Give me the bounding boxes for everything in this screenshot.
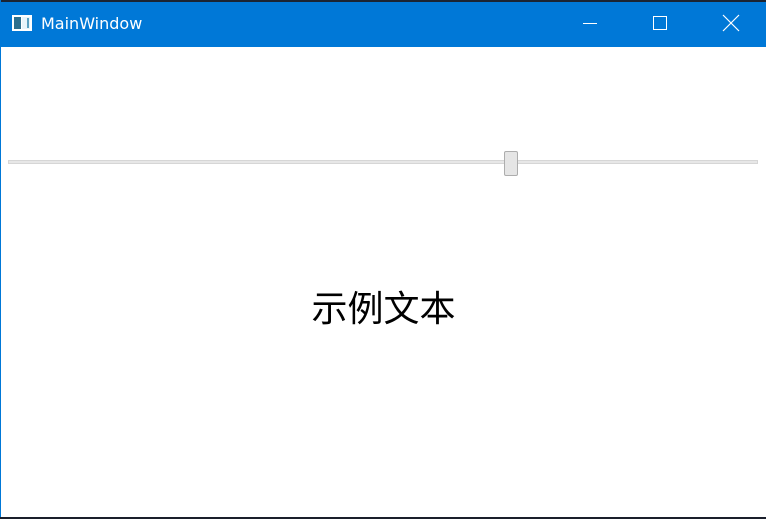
close-button[interactable] [708, 2, 754, 47]
app-window-icon [12, 15, 32, 31]
title-bar[interactable]: MainWindow [1, 0, 766, 47]
window-content: 示例文本 [1, 47, 766, 517]
main-window: MainWindow 示例文本 [0, 0, 766, 517]
maximize-icon [652, 15, 668, 35]
minimize-icon [582, 15, 598, 35]
close-icon [722, 14, 740, 36]
maximize-button[interactable] [637, 2, 683, 47]
slider-thumb[interactable] [504, 151, 518, 176]
sample-text: 示例文本 [311, 289, 456, 330]
slider-track[interactable] [8, 160, 758, 164]
window-title: MainWindow [41, 14, 143, 33]
font-size-slider[interactable] [7, 147, 759, 181]
minimize-button[interactable] [567, 2, 613, 47]
